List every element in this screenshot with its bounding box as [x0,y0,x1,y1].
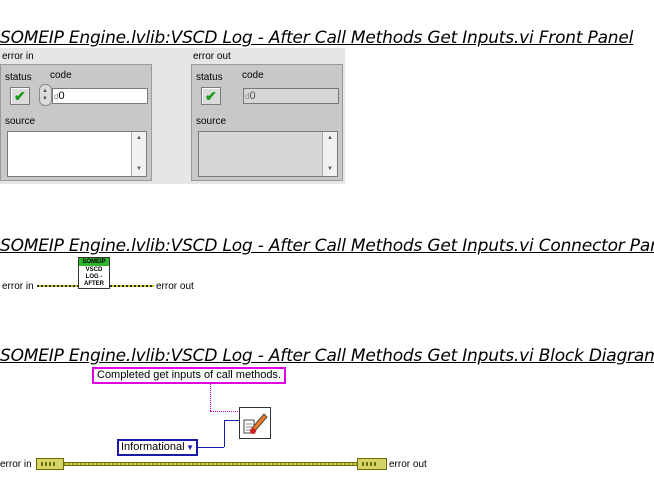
error-in-title: error in [2,51,34,62]
connector-error-in-wire [37,285,79,287]
icon-text: VSCD LOG - AFTER [84,267,104,287]
connector-error-in-label: error in [2,281,34,292]
enum-wire-horizontal [196,447,224,448]
connector-error-out-label: error out [156,281,194,292]
log-subvi-node[interactable] [239,407,271,439]
vi-connector-icon[interactable]: SOMEIP VSCD LOG - AFTER [78,257,110,289]
enum-wire-to-node [224,420,239,421]
error-cluster-wire [64,462,358,466]
diagram-error-in-label: error in [0,459,32,470]
error-in-source-label: source [5,116,36,127]
error-out-code-field: d0 [243,88,339,104]
checkmark-icon: ✔ [14,88,26,104]
error-out-cluster[interactable]: status code ✔ d0 source ▲ ▼ [191,64,343,181]
error-in-cluster[interactable]: status code ✔ ▲ ▼ d0 source ▲ ▼ [0,64,152,181]
error-out-title: error out [193,51,231,62]
front-panel-heading: SOMEIP Engine.lvlib:VSCD Log - After Cal… [0,28,634,48]
scroll-down-icon[interactable]: ▼ [133,164,145,175]
connector-pane-heading: SOMEIP Engine.lvlib:VSCD Log - After Cal… [0,236,654,256]
string-wire-vertical [210,384,211,411]
error-in-source-field[interactable]: ▲ ▼ [7,131,147,177]
error-in-terminal[interactable] [36,458,64,470]
error-in-code-spinner[interactable]: ▲ ▼ [39,84,52,106]
error-in-code-label: code [50,70,72,81]
error-in-status-indicator[interactable]: ✔ [10,87,30,105]
checkmark-icon: ✔ [205,88,217,104]
scroll-down-icon[interactable]: ▼ [324,164,336,175]
diagram-error-out-label: error out [389,459,427,470]
error-in-status-label: status [5,72,32,83]
error-out-status-indicator: ✔ [201,87,221,105]
string-wire-horizontal [210,411,240,412]
scrollbar[interactable]: ▲ ▼ [131,132,146,176]
error-out-source-field: ▲ ▼ [198,131,338,177]
dropdown-arrow-icon[interactable]: ▼ [186,441,194,454]
error-out-code-label: code [242,70,264,81]
connector-error-out-wire [110,285,154,287]
pencil-log-icon [243,413,268,434]
icon-banner: SOMEIP [79,258,109,266]
error-out-terminal[interactable] [357,458,387,470]
string-constant[interactable]: Completed get inputs of call methods. [92,367,287,384]
enum-constant[interactable]: Informational ▼ [117,439,198,456]
enum-wire-vertical [224,420,225,447]
block-diagram-heading: SOMEIP Engine.lvlib:VSCD Log - After Cal… [0,346,654,366]
error-in-code-field[interactable]: d0 [52,88,148,104]
scrollbar[interactable]: ▲ ▼ [322,132,337,176]
scroll-up-icon[interactable]: ▲ [324,133,336,144]
scroll-up-icon[interactable]: ▲ [133,133,145,144]
error-out-status-label: status [196,72,223,83]
error-out-source-label: source [196,116,227,127]
